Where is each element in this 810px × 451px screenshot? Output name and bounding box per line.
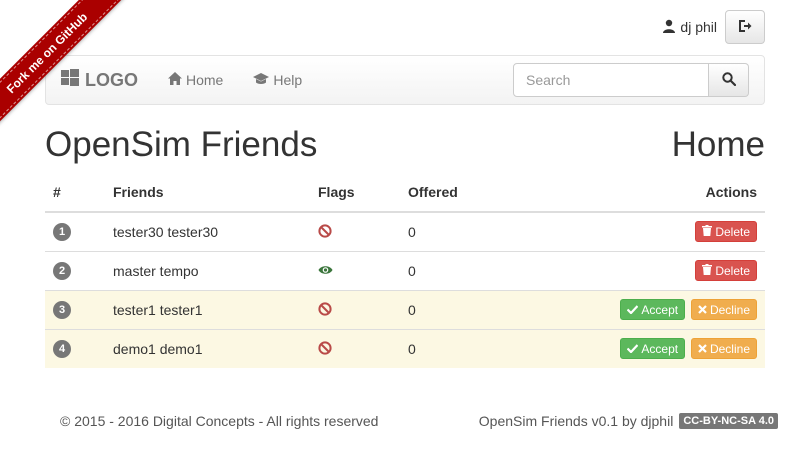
trash-icon (702, 224, 713, 239)
home-icon (168, 72, 182, 88)
flag-cell (310, 289, 400, 329)
accept-button[interactable]: Accept (620, 299, 686, 320)
close-icon (698, 303, 707, 317)
section-title: Home (671, 125, 765, 164)
friends-table: # Friends Flags Offered Actions 1 tester… (45, 173, 765, 368)
sign-out-icon (738, 19, 752, 36)
row-num-cell: 1 (45, 211, 105, 251)
column-header-friends: Friends (105, 173, 310, 213)
trash-icon (702, 263, 713, 278)
check-icon (627, 342, 639, 356)
ban-icon (318, 301, 334, 317)
friend-name: master tempo (105, 250, 310, 290)
friend-name: demo1 demo1 (105, 328, 310, 368)
close-icon (698, 342, 707, 356)
flag-cell (310, 211, 400, 251)
row-number-badge: 3 (53, 301, 71, 319)
search-form (513, 63, 749, 97)
nav-help[interactable]: Help (253, 72, 302, 88)
user-area: dj phil (662, 10, 765, 44)
row-number-badge: 4 (53, 340, 71, 359)
footer-version-area: OpenSim Friends v0.1 by djphil CC-BY-NC-… (479, 413, 778, 429)
decline-button[interactable]: Decline (690, 299, 757, 320)
actions-cell: Accept Decline (510, 289, 765, 329)
flag-cell (310, 328, 400, 368)
row-number-badge: 2 (53, 262, 71, 280)
eye-icon (318, 262, 334, 278)
user-menu[interactable]: dj phil (662, 19, 717, 36)
ban-icon (318, 340, 334, 356)
fork-me-ribbon[interactable]: Fork me on GitHub (0, 0, 124, 130)
actions-cell: Delete (510, 250, 765, 290)
search-button[interactable] (709, 63, 749, 97)
offered-value: 0 (400, 289, 510, 329)
logout-button[interactable] (725, 10, 765, 44)
decline-label: Decline (709, 302, 750, 317)
friend-name: tester1 tester1 (105, 289, 310, 329)
decline-button[interactable]: Decline (690, 338, 757, 360)
delete-label: Delete (715, 263, 750, 278)
column-header-offered: Offered (400, 173, 510, 213)
table-row: 4 demo1 demo1 0 Accept Decline (45, 328, 765, 368)
row-num-cell: 3 (45, 289, 105, 329)
nav-home[interactable]: Home (168, 72, 223, 88)
offered-value: 0 (400, 250, 510, 290)
user-icon (662, 19, 676, 36)
graduation-cap-icon (253, 72, 270, 88)
table-row: 3 tester1 tester1 0 Accept Decline (45, 289, 765, 329)
footer-version: OpenSim Friends v0.1 by djphil (478, 413, 674, 429)
row-num-cell: 4 (45, 328, 105, 368)
table-header-row: # Friends Flags Offered Actions (45, 173, 765, 213)
footer-copyright: © 2015 - 2016 Digital Concepts - All rig… (60, 413, 379, 429)
actions-cell: Accept Decline (510, 328, 765, 368)
column-header-num: # (45, 173, 105, 213)
delete-button[interactable]: Delete (695, 221, 757, 243)
search-input[interactable] (513, 63, 709, 97)
accept-label: Accept (641, 341, 679, 356)
offered-value: 0 (400, 211, 510, 251)
delete-button[interactable]: Delete (695, 260, 757, 281)
actions-cell: Delete (510, 211, 765, 251)
search-icon (721, 71, 736, 89)
nav-help-label: Help (273, 72, 303, 88)
table-row: 2 master tempo 0 Delete (45, 250, 765, 290)
navbar: LOGO Home Help (45, 55, 765, 105)
user-name: dj phil (680, 19, 717, 35)
accept-button[interactable]: Accept (620, 338, 686, 360)
column-header-actions: Actions (510, 173, 765, 213)
table-row: 1 tester30 tester30 0 Delete (45, 211, 765, 251)
row-number-badge: 1 (53, 223, 71, 242)
check-icon (627, 303, 639, 317)
row-num-cell: 2 (45, 250, 105, 290)
column-header-flags: Flags (310, 173, 400, 213)
accept-label: Accept (641, 302, 679, 317)
fork-ribbon-container: Fork me on GitHub (0, 0, 150, 150)
friend-name: tester30 tester30 (105, 211, 310, 251)
flag-cell (310, 250, 400, 290)
nav-home-label: Home (186, 72, 224, 88)
ban-icon (318, 223, 334, 239)
delete-label: Delete (715, 224, 750, 239)
offered-value: 0 (400, 328, 510, 368)
decline-label: Decline (709, 341, 750, 356)
license-badge[interactable]: CC-BY-NC-SA 4.0 (679, 413, 778, 429)
